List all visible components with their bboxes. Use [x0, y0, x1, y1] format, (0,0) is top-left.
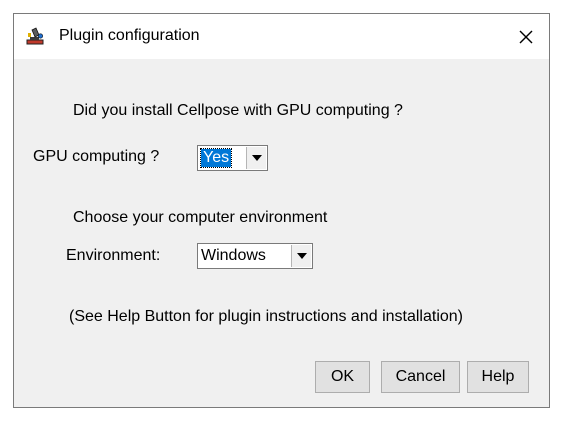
- gpu-computing-label: GPU computing ?: [33, 148, 160, 165]
- gpu-question-text: Did you install Cellpose with GPU comput…: [73, 102, 403, 119]
- ok-button[interactable]: OK: [315, 361, 370, 393]
- close-icon[interactable]: [503, 14, 549, 59]
- gpu-computing-select[interactable]: Yes: [197, 145, 268, 171]
- imagej-microscope-icon: [26, 27, 44, 45]
- environment-prompt-text: Choose your computer environment: [73, 209, 328, 226]
- gpu-computing-value: Yes: [199, 148, 233, 168]
- chevron-down-icon[interactable]: [246, 147, 266, 169]
- environment-select[interactable]: Windows: [197, 243, 313, 269]
- window-title: Plugin configuration: [59, 27, 200, 44]
- help-note-text: (See Help Button for plugin instructions…: [69, 308, 463, 325]
- chevron-down-icon[interactable]: [291, 245, 311, 267]
- plugin-configuration-dialog: Plugin configuration Did you install Cel…: [13, 13, 550, 408]
- cancel-button[interactable]: Cancel: [381, 361, 460, 393]
- help-button[interactable]: Help: [467, 361, 529, 393]
- title-bar: Plugin configuration: [14, 14, 549, 59]
- environment-value: Windows: [201, 247, 266, 264]
- environment-label: Environment:: [66, 247, 161, 264]
